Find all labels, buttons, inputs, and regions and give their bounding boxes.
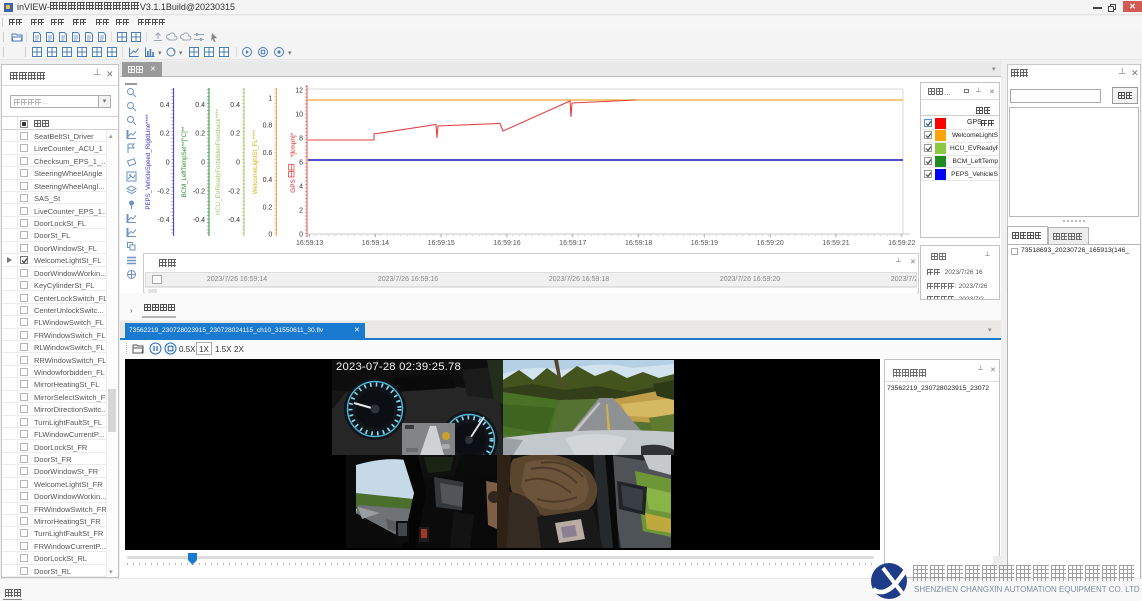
svg-text:0.8: 0.8 (263, 123, 273, 130)
svg-text:16:59:13: 16:59:13 (296, 240, 323, 247)
svg-text:2: 2 (299, 208, 303, 215)
svg-text:-0.4: -0.4 (193, 217, 205, 224)
svg-text:10: 10 (295, 112, 303, 119)
svg-text:16:59:20: 16:59:20 (757, 240, 784, 247)
svg-text:16:59:22: 16:59:22 (888, 240, 915, 247)
svg-text:0.2: 0.2 (263, 204, 273, 211)
svg-text:4: 4 (299, 184, 303, 191)
svg-text:12: 12 (295, 88, 303, 95)
svg-text:16:59:19: 16:59:19 (691, 240, 718, 247)
svg-text:BCM_LeftTempSet**[°C]**: BCM_LeftTempSet**[°C]** (181, 126, 188, 197)
svg-text:0.4: 0.4 (263, 177, 273, 184)
svg-text:16:59:14: 16:59:14 (362, 240, 389, 247)
svg-text:0.4: 0.4 (230, 102, 240, 109)
svg-text:-0.2: -0.2 (193, 188, 205, 195)
svg-text:0: 0 (299, 232, 303, 239)
svg-text:0.2: 0.2 (230, 131, 240, 138)
svg-text:16:59:21: 16:59:21 (822, 240, 849, 247)
svg-text:0: 0 (201, 160, 205, 167)
svg-text:-0.2: -0.2 (158, 188, 170, 195)
svg-text:0: 0 (166, 160, 170, 167)
svg-text:0.2: 0.2 (160, 131, 170, 138)
svg-text:0.4: 0.4 (160, 102, 170, 109)
svg-text:16:59:18: 16:59:18 (625, 240, 652, 247)
svg-text:1: 1 (268, 96, 272, 103)
svg-text:0.4: 0.4 (195, 102, 205, 109)
svg-text:0: 0 (268, 232, 272, 239)
svg-text:8: 8 (299, 136, 303, 143)
svg-text:HCU_EVReadyForbiddenFeedback**: HCU_EVReadyForbiddenFeedback**** (215, 108, 222, 215)
svg-text:-0.4: -0.4 (158, 217, 170, 224)
svg-text:GPS: GPS (290, 178, 297, 192)
svg-text:16:59:16: 16:59:16 (493, 240, 520, 247)
svg-text:PEPS_VehicleSpeed_RigidLine***: PEPS_VehicleSpeed_RigidLine**** (145, 114, 152, 210)
svg-text:0: 0 (236, 160, 240, 167)
svg-text:-0.2: -0.2 (228, 188, 240, 195)
svg-text:*[kmph]*: *[kmph]* (290, 132, 297, 157)
svg-text:WelcomeLightSt_FL****: WelcomeLightSt_FL**** (252, 129, 259, 194)
svg-text:16:59:17: 16:59:17 (559, 240, 586, 247)
svg-text:6: 6 (299, 160, 303, 167)
svg-text:16:59:15: 16:59:15 (428, 240, 455, 247)
svg-text:0.2: 0.2 (195, 131, 205, 138)
svg-text:0.6: 0.6 (263, 150, 273, 157)
svg-text:-0.4: -0.4 (228, 217, 240, 224)
